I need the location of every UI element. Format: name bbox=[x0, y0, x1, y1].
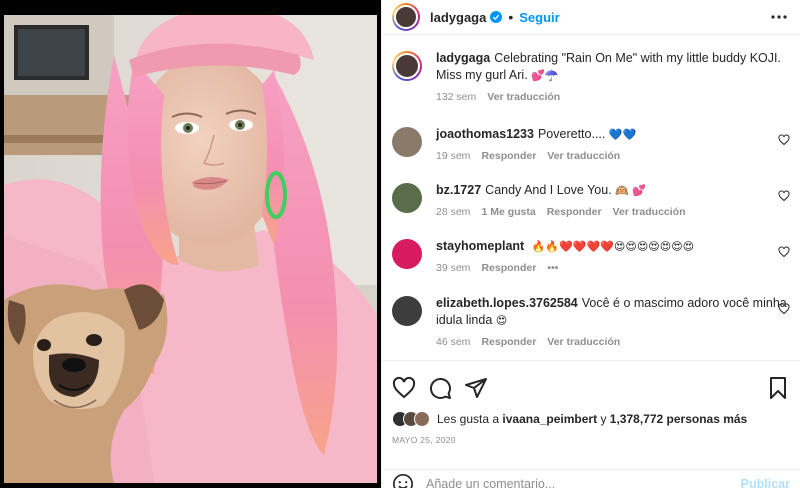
reply-button[interactable]: Responder bbox=[547, 206, 602, 218]
verified-badge-icon bbox=[490, 11, 503, 23]
likes-conjunction: y bbox=[600, 412, 607, 426]
likes-summary: Les gusta a ivaana_peimbert y 1,378,772 … bbox=[382, 405, 800, 427]
post-comment-button[interactable]: Publicar bbox=[741, 477, 790, 488]
author-username[interactable]: ladygaga bbox=[430, 10, 486, 25]
follow-button[interactable]: Seguir bbox=[519, 10, 559, 25]
comment-item: bz.1727 Candy And I Love You. 🙉 💕 28 sem … bbox=[392, 182, 790, 218]
reply-button[interactable]: Responder bbox=[481, 336, 536, 348]
comment-item: elizabeth.lopes.3762584 Você é o mascimo … bbox=[392, 295, 790, 348]
comment-likes-count[interactable]: 1 Me gusta bbox=[481, 206, 535, 218]
comment-like-heart-icon[interactable] bbox=[778, 303, 790, 315]
comment-item: stayhomeplant 🔥🔥❤️❤️❤️❤️😍😍😍😍😍😍😍 39 sem R… bbox=[392, 238, 790, 274]
comment-time[interactable]: 46 sem bbox=[436, 336, 470, 348]
comment-avatar[interactable] bbox=[392, 127, 422, 157]
translate-link[interactable]: Ver traducción bbox=[547, 336, 620, 348]
comment-emoji: 💙💙 bbox=[608, 128, 637, 141]
post-media bbox=[0, 0, 381, 488]
caption-avatar[interactable] bbox=[392, 51, 422, 81]
reply-button[interactable]: Responder bbox=[481, 150, 536, 162]
comment-emoji: 🔥🔥❤️❤️❤️❤️😍😍😍😍😍😍😍 bbox=[531, 240, 695, 253]
comment-username[interactable]: bz.1727 bbox=[436, 183, 481, 197]
comment-username[interactable]: stayhomeplant bbox=[436, 239, 524, 253]
more-options-icon[interactable] bbox=[768, 6, 790, 28]
comment-text: Candy And I Love You. bbox=[485, 183, 612, 197]
share-paper-plane-icon[interactable] bbox=[464, 376, 488, 400]
author-avatar[interactable] bbox=[392, 3, 420, 31]
comment-emoji: 🙉 💕 bbox=[615, 184, 647, 197]
post-header: ladygaga • Seguir bbox=[382, 0, 800, 35]
comment-like-heart-icon[interactable] bbox=[778, 190, 790, 202]
translate-link[interactable]: Ver traducción bbox=[613, 206, 686, 218]
comment-icon[interactable] bbox=[428, 376, 452, 400]
post-actions: Les gusta a ivaana_peimbert y 1,378,772 … bbox=[382, 360, 800, 445]
comments-list[interactable]: ladygaga Celebrating "Rain On Me" with my… bbox=[382, 36, 800, 358]
comment-avatar[interactable] bbox=[392, 239, 422, 269]
comment-text: Poveretto.... bbox=[537, 127, 606, 141]
caption-emoji: 💕☂️ bbox=[531, 69, 559, 82]
instagram-post-modal: ladygaga • Seguir ladygaga Celebrating "… bbox=[0, 0, 800, 488]
comment-like-heart-icon[interactable] bbox=[778, 134, 790, 146]
likes-prefix: Les gusta a bbox=[437, 412, 500, 426]
comment-username[interactable]: joaothomas1233 bbox=[436, 127, 534, 141]
caption-time[interactable]: 132 sem bbox=[436, 91, 476, 103]
caption: ladygaga Celebrating "Rain On Me" with my… bbox=[392, 50, 790, 103]
post-date[interactable]: Mayo 25, 2020 bbox=[382, 427, 800, 445]
like-heart-icon[interactable] bbox=[392, 376, 416, 400]
comment-time[interactable]: 28 sem bbox=[436, 206, 470, 218]
comment-input[interactable] bbox=[426, 476, 741, 488]
comment-avatar[interactable] bbox=[392, 183, 422, 213]
save-bookmark-icon[interactable] bbox=[766, 376, 790, 400]
comment-emoji: 😍 bbox=[495, 314, 508, 327]
comment-time[interactable]: 19 sem bbox=[436, 150, 470, 162]
likes-count[interactable]: 1,378,772 personas más bbox=[610, 412, 747, 426]
emoji-icon[interactable] bbox=[392, 473, 414, 488]
comment-username[interactable]: elizabeth.lopes.3762584 bbox=[436, 296, 578, 310]
post-photo[interactable] bbox=[4, 15, 377, 483]
comment-time[interactable]: 39 sem bbox=[436, 262, 470, 274]
post-details-panel: ladygaga • Seguir ladygaga Celebrating "… bbox=[381, 0, 800, 488]
caption-username[interactable]: ladygaga bbox=[436, 51, 490, 65]
comment-like-heart-icon[interactable] bbox=[778, 246, 790, 258]
add-comment-bar: Publicar bbox=[382, 469, 800, 488]
liker-username[interactable]: ivaana_peimbert bbox=[502, 412, 597, 426]
separator-dot: • bbox=[508, 9, 514, 25]
caption-translate-link[interactable]: Ver traducción bbox=[487, 91, 560, 103]
comment-item: joaothomas1233 Poveretto.... 💙💙 19 sem Re… bbox=[392, 126, 790, 162]
reply-button[interactable]: Responder bbox=[481, 262, 536, 274]
photo-illustration bbox=[4, 15, 377, 483]
comment-options-button[interactable]: ••• bbox=[547, 262, 558, 274]
comment-avatar[interactable] bbox=[392, 296, 422, 326]
translate-link[interactable]: Ver traducción bbox=[547, 150, 620, 162]
liker-avatar[interactable] bbox=[414, 411, 430, 427]
